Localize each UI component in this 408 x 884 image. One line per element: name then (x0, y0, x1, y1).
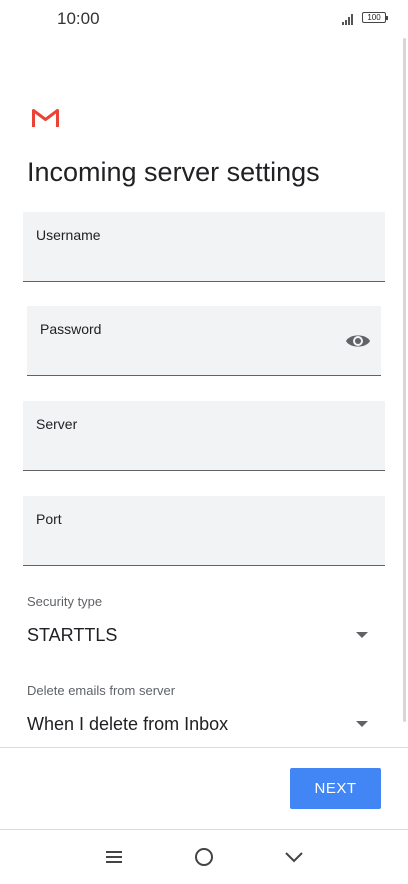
status-time: 10:00 (57, 9, 100, 28)
security-type-label: Security type (27, 594, 103, 609)
security-type-value: STARTTLS (27, 625, 118, 645)
server-input[interactable] (36, 440, 372, 462)
navigation-bar (0, 830, 408, 884)
next-button[interactable]: NEXT (290, 768, 381, 809)
home-circle-icon[interactable] (189, 844, 219, 870)
eye-icon[interactable] (345, 332, 371, 350)
scrollbar[interactable] (403, 38, 406, 722)
delete-emails-label: Delete emails from server (27, 683, 176, 698)
signal-bars-icon (342, 13, 356, 25)
security-type-dropdown[interactable]: STARTTLS (27, 621, 379, 651)
delete-emails-value: When I delete from Inbox (27, 714, 229, 734)
divider (0, 747, 408, 748)
dropdown-arrow-icon (356, 721, 368, 727)
menu-icon[interactable] (99, 844, 129, 870)
port-label: Port (36, 511, 62, 527)
password-input[interactable] (40, 345, 333, 367)
port-field[interactable]: Port (23, 496, 385, 566)
server-field[interactable]: Server (23, 401, 385, 471)
delete-emails-dropdown[interactable]: When I delete from Inbox (27, 710, 379, 740)
gmail-logo-icon (32, 109, 59, 127)
page-title: Incoming server settings (27, 157, 320, 187)
username-input[interactable] (36, 251, 372, 273)
status-bar: 10:00 100 (0, 0, 408, 38)
dropdown-arrow-icon (356, 632, 368, 638)
server-label: Server (36, 416, 78, 432)
username-field[interactable]: Username (23, 212, 385, 282)
password-field[interactable]: Password (27, 306, 381, 376)
battery-icon: 100 (362, 12, 388, 23)
port-input[interactable] (36, 535, 372, 557)
username-label: Username (36, 227, 101, 243)
password-label: Password (40, 321, 102, 337)
chevron-down-icon[interactable] (279, 844, 309, 870)
